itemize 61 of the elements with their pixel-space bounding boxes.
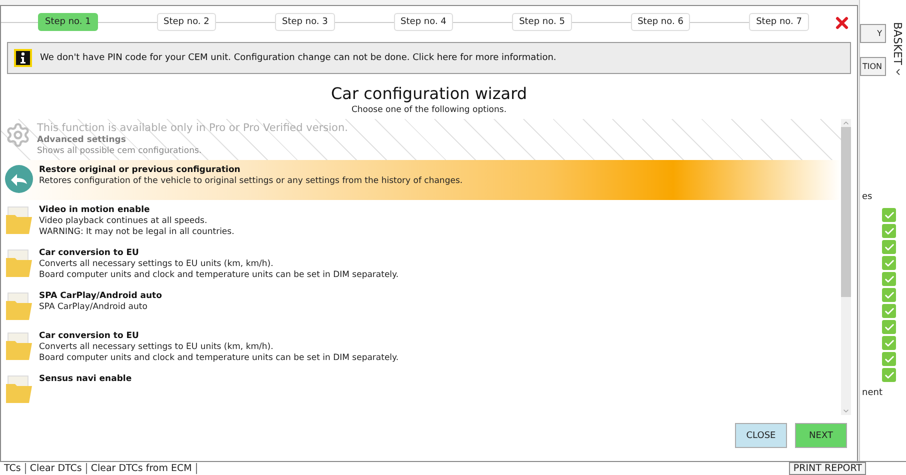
next-button[interactable]: NEXT [795, 423, 847, 448]
option-description: Board computer units and clock and temperature units can be set in DIM separately. [39, 353, 399, 364]
panel-label: nent [862, 388, 882, 398]
option-description: Retores configuration of the vehicle to original settings or any settings from the history of changes. [39, 176, 463, 187]
close-button[interactable]: CLOSE [735, 423, 787, 448]
scroll-up-icon[interactable] [842, 119, 850, 127]
basket-tab[interactable]: BASKET [891, 22, 904, 77]
folder-icon [5, 291, 33, 321]
option-description: Converts all necessary settings to EU units (km, km/h). [39, 259, 274, 270]
check-icon [882, 368, 896, 382]
check-icon [882, 288, 896, 302]
panel-label: es [862, 192, 872, 202]
locked-message: This function is available only in Pro or Pro Verified version. [37, 122, 348, 135]
option-description: Video playback continues at all speeds. [39, 216, 208, 227]
status-tab[interactable]: Clear DTCs [26, 463, 87, 474]
option-title: SPA CarPlay/Android auto [39, 291, 162, 302]
step-tab[interactable]: Step no. 6 [630, 13, 690, 31]
panel-button[interactable]: Y [860, 24, 886, 43]
check-icon [882, 240, 896, 254]
check-icon [882, 272, 896, 286]
check-icon [882, 224, 896, 238]
folder-icon [5, 248, 33, 278]
check-icon [882, 256, 896, 270]
option-description: Shows all possible cem configurations. [37, 146, 203, 157]
panel-button[interactable]: TION [860, 57, 886, 76]
status-tab[interactable]: TCs [0, 463, 26, 474]
notice-bar[interactable]: We don't have PIN code for your CEM unit. Configuration change can not be done. Click here for more information. [7, 42, 851, 74]
notice-text: We don't have PIN code for your CEM unit. Configuration change can not be done. Click here for more information. [40, 53, 556, 63]
scrollbar[interactable] [841, 119, 851, 415]
wizard-subtitle: Choose one of the following options. [350, 105, 508, 115]
option-title: Sensus navi enable [39, 374, 132, 385]
folder-icon [5, 374, 33, 404]
option-title: Video in motion enable [39, 205, 151, 216]
step-tab[interactable]: Step no. 5 [512, 13, 572, 31]
option-description: SPA CarPlay/Android auto [39, 302, 148, 313]
option-title: Car conversion to EU [39, 331, 140, 342]
close-icon[interactable] [833, 14, 851, 32]
option-description: WARNING: It may not be legal in all countries. [39, 227, 234, 238]
check-icon [882, 352, 896, 366]
option-title: Restore original or previous configuration [39, 165, 242, 176]
step-tab[interactable]: Step no. 1 [38, 13, 98, 31]
folder-icon [5, 331, 33, 361]
info-icon [14, 49, 32, 67]
status-tab[interactable]: Clear DTCs from ECM [86, 463, 197, 474]
step-tab[interactable]: Step no. 2 [156, 13, 216, 31]
step-tab[interactable]: Step no. 7 [749, 13, 809, 31]
option-description: Converts all necessary settings to EU units (km, km/h). [39, 342, 274, 353]
step-tab[interactable]: Step no. 4 [394, 13, 454, 31]
option-description: Board computer units and clock and temperature units can be set in DIM separately. [39, 270, 399, 281]
wizard-title: Car configuration wizard [330, 84, 528, 103]
check-icon [882, 336, 896, 350]
check-icon [882, 208, 896, 222]
scroll-down-icon[interactable] [842, 407, 850, 415]
folder-icon [5, 205, 33, 235]
step-tab[interactable]: Step no. 3 [275, 13, 335, 31]
option-title: Car conversion to EU [39, 248, 140, 259]
print-report-button[interactable]: PRINT REPORT [789, 462, 866, 475]
option-item[interactable]: This function is available only in Pro or Pro Verified version. Advanced settings Shows all possible cem configurations. [1, 119, 841, 160]
check-icon [882, 320, 896, 334]
option-title: Advanced settings [37, 135, 127, 146]
check-icon [882, 304, 896, 318]
